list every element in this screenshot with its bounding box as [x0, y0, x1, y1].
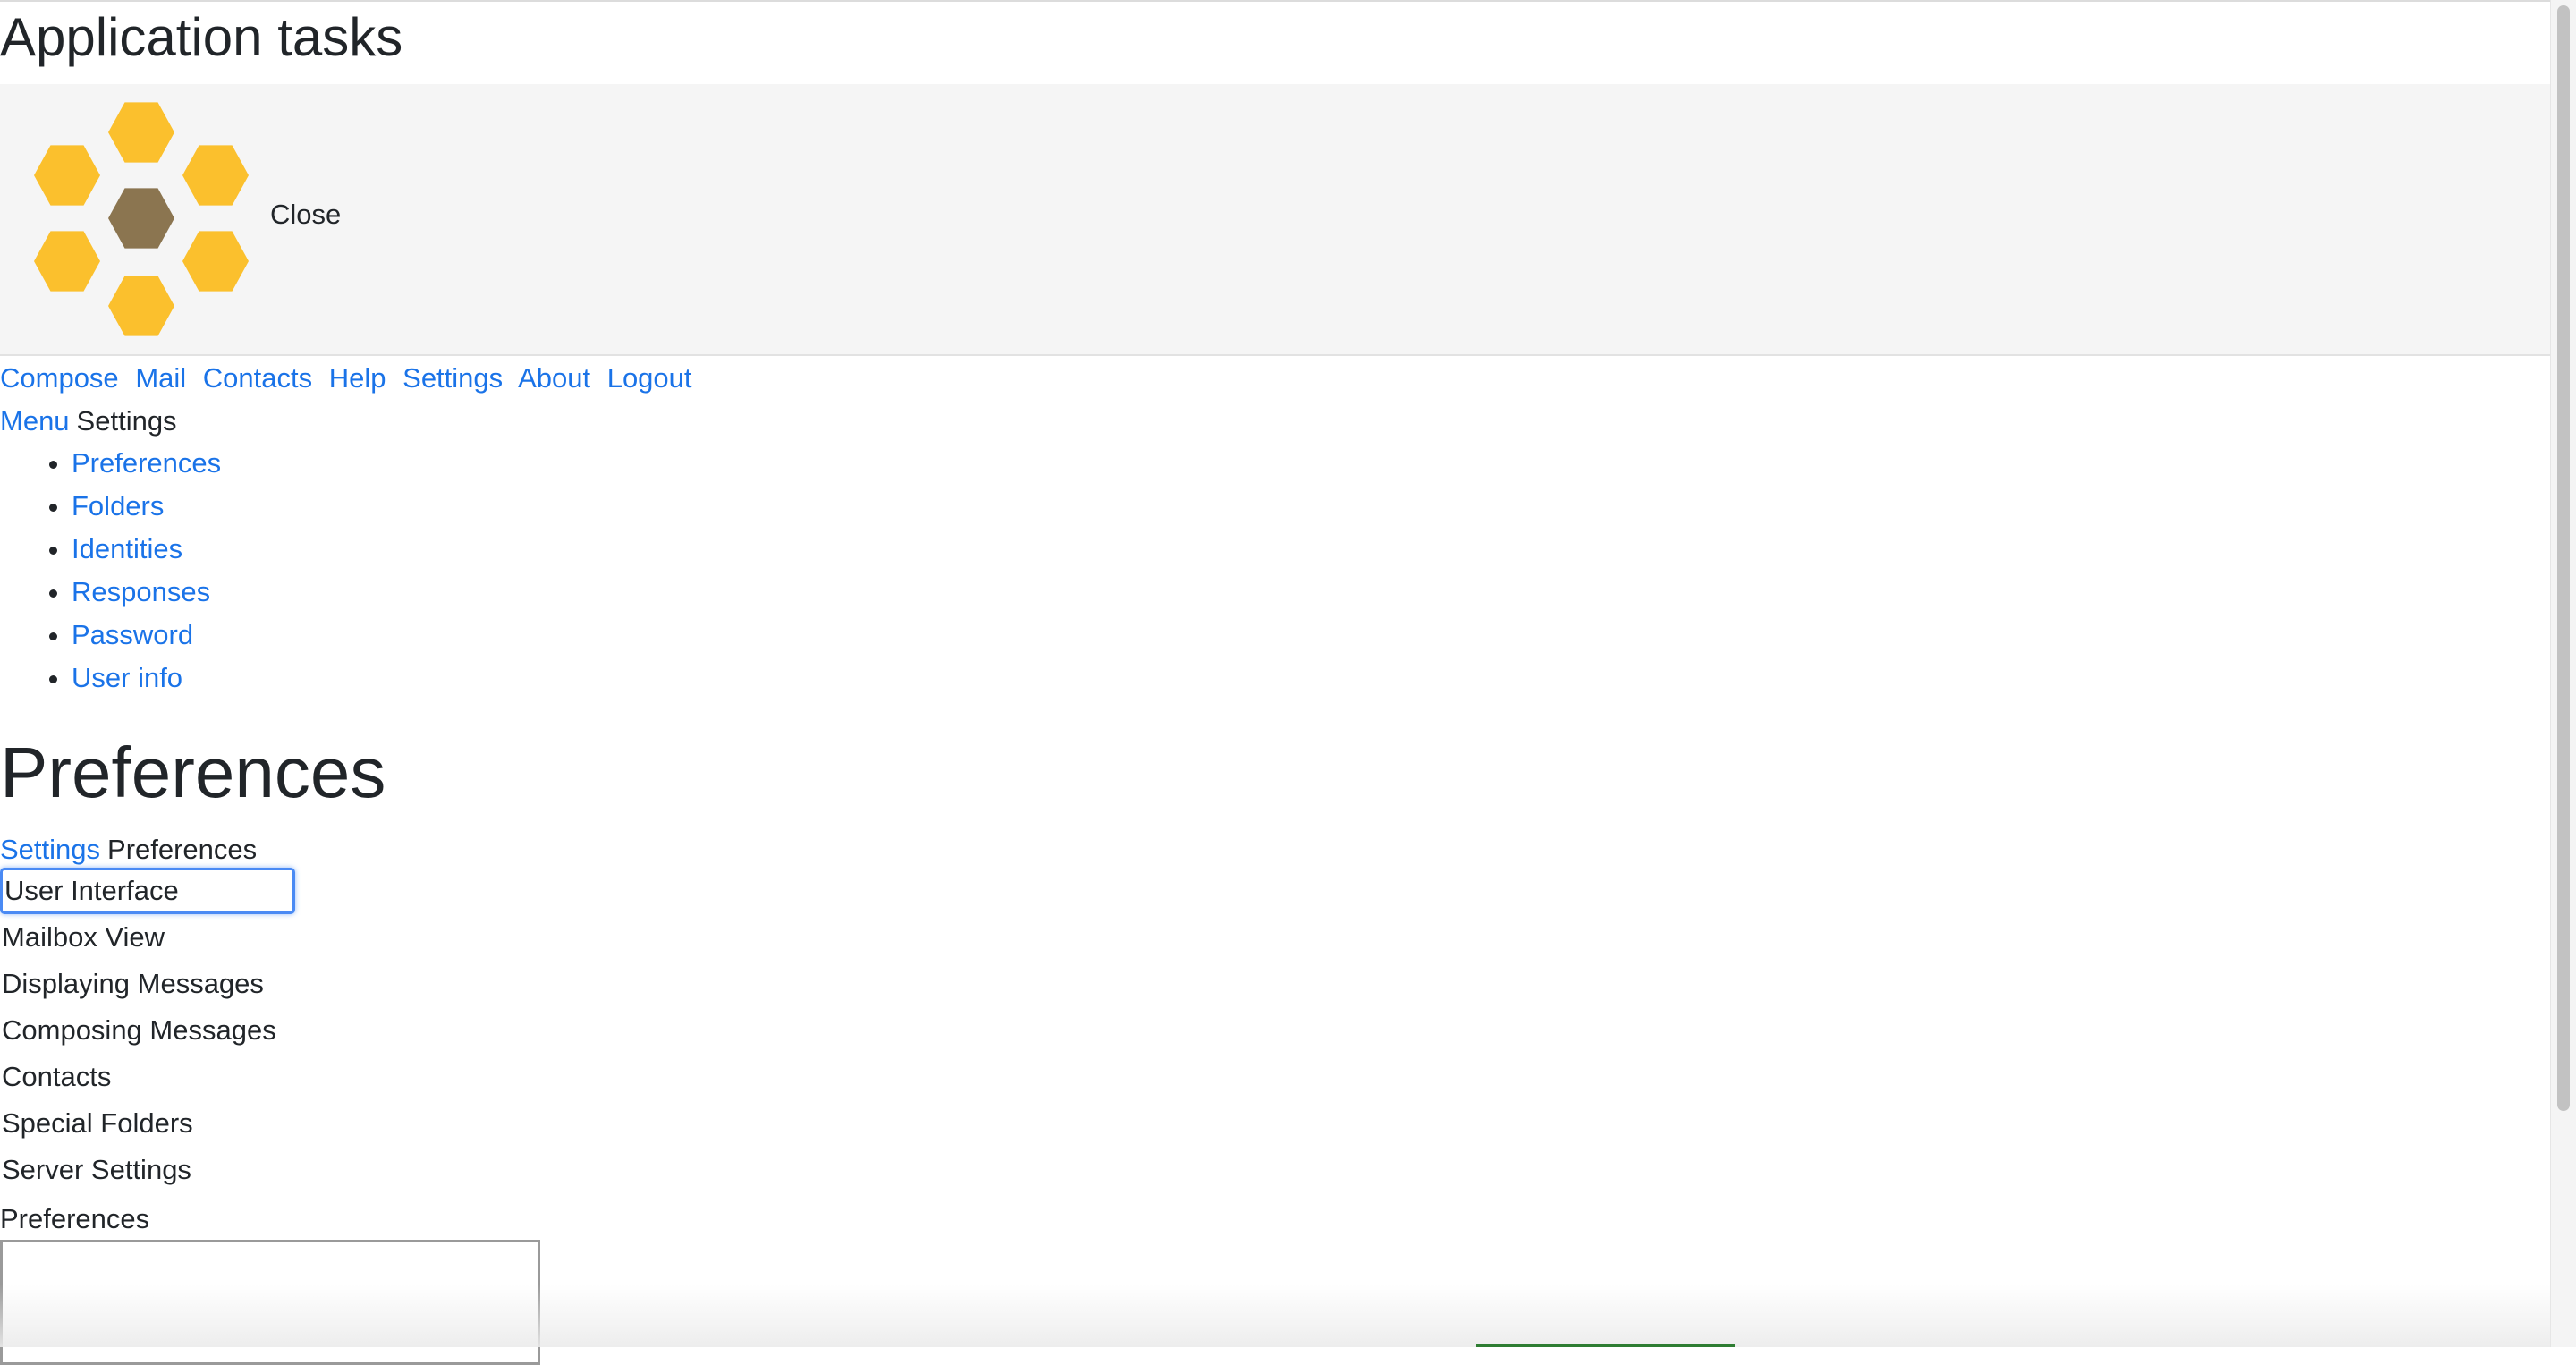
nav-about[interactable]: About — [518, 362, 590, 394]
pref-item-mailbox-view[interactable]: Mailbox View — [0, 914, 537, 961]
menu-link[interactable]: Menu — [0, 405, 70, 437]
hex-center — [108, 188, 174, 249]
settings-item-identities[interactable]: Identities — [72, 533, 182, 564]
settings-list: Preferences Folders Identities Responses… — [0, 442, 221, 699]
list-item: Responses — [72, 571, 221, 614]
pref-item-special-folders[interactable]: Special Folders — [0, 1100, 537, 1147]
breadcrumb-current: Preferences — [107, 834, 258, 865]
list-item: Password — [72, 614, 221, 657]
list-item: Identities — [72, 528, 221, 571]
list-item: Folders — [72, 485, 221, 528]
main-nav: Compose Mail Contacts Help Settings Abou… — [0, 358, 701, 399]
honeycomb-logo-icon — [34, 102, 249, 336]
page: Application tasks Close Compose Mail Con… — [0, 0, 2551, 1365]
nav-compose[interactable]: Compose — [0, 362, 119, 394]
nav-mail[interactable]: Mail — [135, 362, 186, 394]
bottom-fade — [0, 1284, 2551, 1347]
list-item: User info — [72, 657, 221, 699]
hex-lower-right — [182, 231, 249, 292]
settings-item-folders[interactable]: Folders — [72, 490, 164, 521]
settings-item-user-info[interactable]: User info — [72, 662, 182, 693]
hex-lower-left — [34, 231, 100, 292]
pref-item-contacts[interactable]: Contacts — [0, 1054, 537, 1100]
breadcrumb-settings-link[interactable]: Settings — [0, 834, 100, 865]
pref-item-user-interface[interactable]: User Interface — [0, 868, 295, 914]
preferences-frame-label: Preferences — [0, 1203, 150, 1234]
menu-line: Menu Settings — [0, 401, 177, 442]
close-button[interactable]: Close — [270, 199, 341, 231]
hex-top — [108, 102, 174, 163]
status-strip — [1476, 1344, 1735, 1347]
hex-bottom — [108, 276, 174, 336]
list-item: Preferences — [72, 442, 221, 485]
hex-upper-right — [182, 145, 249, 206]
hex-upper-left — [34, 145, 100, 206]
settings-item-responses[interactable]: Responses — [72, 576, 210, 607]
pref-item-displaying-messages[interactable]: Displaying Messages — [0, 961, 537, 1007]
menu-current: Settings — [76, 405, 177, 437]
scrollbar-thumb[interactable] — [2557, 5, 2570, 1111]
nav-logout[interactable]: Logout — [607, 362, 692, 394]
header-band: Close — [0, 84, 2551, 356]
preferences-section-list: User Interface Mailbox View Displaying M… — [0, 868, 537, 1193]
pref-item-server-settings[interactable]: Server Settings — [0, 1147, 537, 1193]
nav-help[interactable]: Help — [329, 362, 386, 394]
breadcrumb: Settings Preferences — [0, 830, 257, 869]
nav-contacts[interactable]: Contacts — [203, 362, 312, 394]
nav-settings[interactable]: Settings — [402, 362, 503, 394]
pref-item-composing-messages[interactable]: Composing Messages — [0, 1007, 537, 1054]
section-title: Preferences — [0, 733, 386, 812]
vertical-scrollbar[interactable] — [2550, 0, 2576, 1347]
settings-item-preferences[interactable]: Preferences — [72, 447, 221, 479]
settings-item-password[interactable]: Password — [72, 619, 193, 650]
page-title: Application tasks — [0, 7, 403, 67]
